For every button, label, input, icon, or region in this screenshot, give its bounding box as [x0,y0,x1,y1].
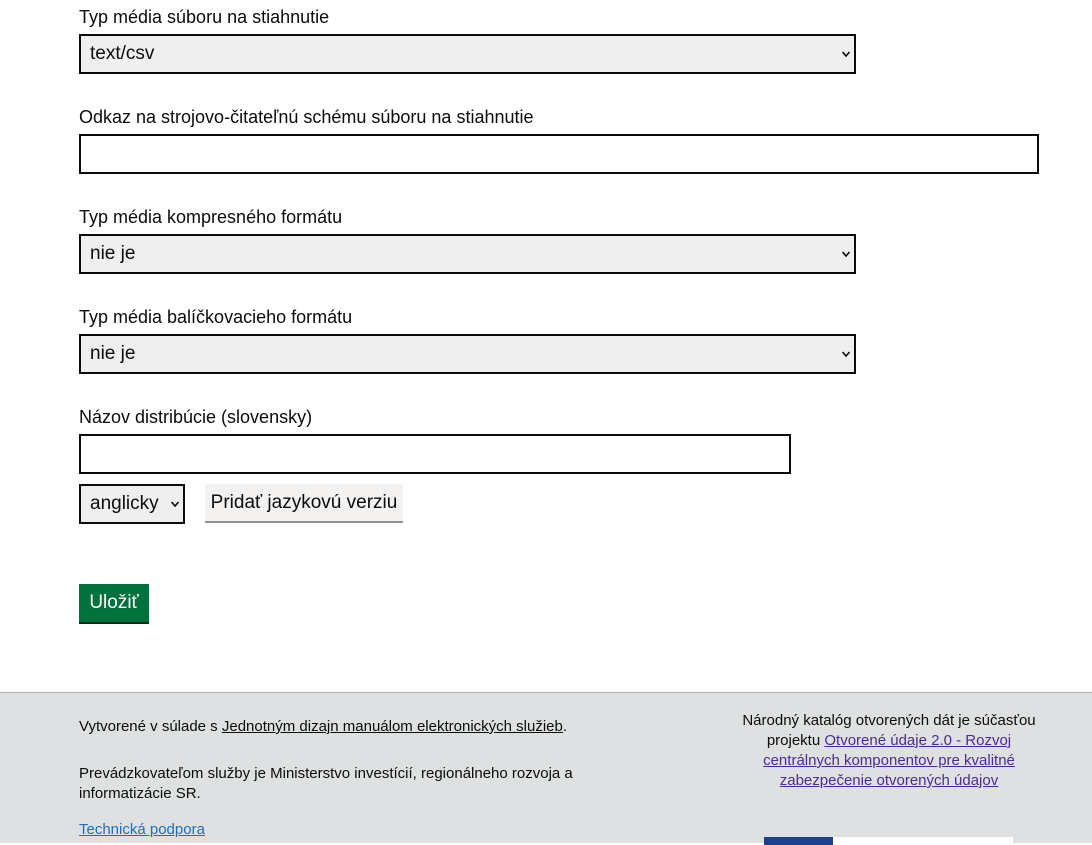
schema-input[interactable] [79,134,1039,174]
schema-label: Odkaz na strojovo-čitateľnú schému súbor… [79,107,534,127]
package-type-label: Typ média balíčkovacieho formátu [79,307,353,327]
chevron-down-icon [842,351,850,358]
language-select[interactable]: anglicky [79,484,185,524]
footer: Vytvorené v súlade s Jednotným dizajn ma… [0,692,1092,845]
save-button[interactable]: Uložiť [79,584,149,624]
footer-operator: Prevádzkovateľom služby je Ministerstvo … [79,765,573,802]
add-language-button[interactable]: Pridať jazykovú verziu [205,484,403,523]
footer-design-prefix: Vytvorené v súlade s [79,718,222,735]
footer-design-note: Vytvorené v súlade s Jednotným dizajn ma… [79,717,567,737]
language-value: anglicky [90,493,159,514]
media-type-select[interactable]: text/csv [79,34,856,74]
compress-type-select[interactable]: nie je [79,234,856,274]
media-type-label: Typ média súboru na stiahnutie [79,7,330,27]
compress-type-value: nie je [90,243,136,264]
chevron-down-icon [842,51,850,58]
design-manual-link[interactable]: Jednotným dizajn manuálom elektronických… [222,718,563,735]
footer-design-suffix: . [562,718,568,735]
package-type-value: nie je [90,343,136,364]
distribution-name-label: Názov distribúcie (slovensky) [79,407,313,427]
compress-type-label: Typ média kompresného formátu [79,207,343,227]
media-type-value: text/csv [90,43,155,64]
support-link[interactable]: Technická podpora [79,820,205,840]
package-type-select[interactable]: nie je [79,334,856,374]
chevron-down-icon [842,251,850,258]
eu-flag-icon [764,837,833,845]
footer-project-note: Národný katalóg otvorených dát je súčasť… [733,711,1045,791]
chevron-down-icon [171,501,179,508]
eu-logo [764,837,1013,845]
distribution-name-input[interactable] [79,434,791,474]
